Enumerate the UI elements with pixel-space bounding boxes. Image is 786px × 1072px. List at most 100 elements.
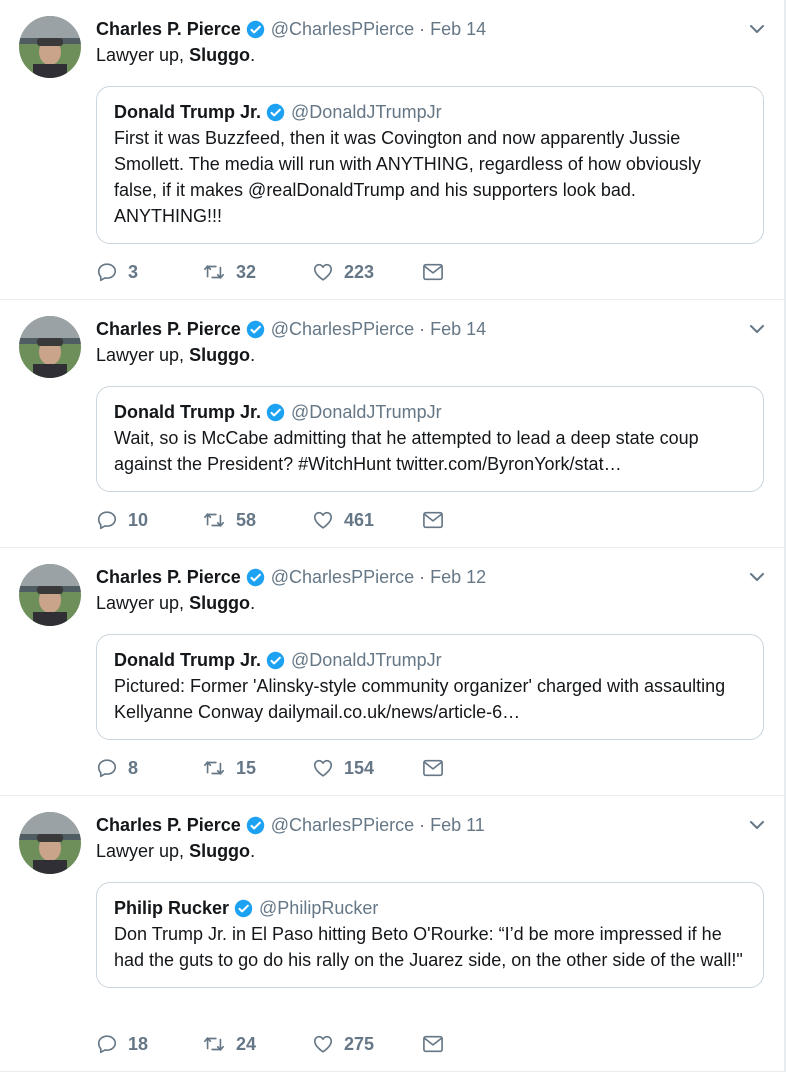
avatar[interactable] bbox=[19, 564, 81, 626]
like-button[interactable]: 154 bbox=[312, 757, 422, 779]
tweet-text: Lawyer up, Sluggo. bbox=[96, 838, 764, 864]
quoted-author-handle: @DonaldJTrumpJr bbox=[291, 401, 442, 422]
action-bar: 10 58 461 bbox=[96, 509, 444, 531]
avatar[interactable] bbox=[19, 16, 81, 78]
like-button[interactable]: 461 bbox=[312, 509, 422, 531]
chevron-down-icon[interactable] bbox=[748, 816, 766, 834]
author-handle[interactable]: @CharlesPPierce bbox=[271, 19, 414, 40]
quoted-tweet[interactable]: Philip Rucker @PhilipRucker Don Trump Jr… bbox=[96, 882, 764, 988]
dm-button[interactable] bbox=[422, 758, 444, 778]
quoted-header: Philip Rucker @PhilipRucker bbox=[114, 895, 746, 921]
tweet-text-bold: Sluggo bbox=[189, 45, 251, 65]
separator-dot: · bbox=[419, 566, 426, 587]
action-bar: 8 15 154 bbox=[96, 757, 444, 779]
heart-icon bbox=[313, 759, 333, 777]
author-name[interactable]: Charles P. Pierce bbox=[96, 319, 241, 340]
quoted-author-name: Donald Trump Jr. bbox=[114, 649, 262, 670]
quoted-header: Donald Trump Jr. @DonaldJTrumpJr bbox=[114, 647, 746, 673]
chevron-down-icon[interactable] bbox=[748, 568, 766, 586]
quoted-author-name: Donald Trump Jr. bbox=[114, 401, 262, 422]
tweet-text: Lawyer up, Sluggo. bbox=[96, 42, 764, 68]
tweet-text-prefix: Lawyer up, bbox=[96, 841, 190, 861]
tweet-header: Charles P. Pierce @CharlesPPierce · Feb … bbox=[96, 812, 764, 838]
verified-badge-icon bbox=[246, 816, 265, 835]
heart-icon bbox=[313, 1035, 333, 1053]
verified-badge-icon bbox=[246, 320, 265, 339]
retweet-button[interactable]: 15 bbox=[202, 757, 312, 779]
tweet-text-prefix: Lawyer up, bbox=[96, 593, 190, 613]
quoted-author-handle: @DonaldJTrumpJr bbox=[291, 101, 442, 122]
reply-icon bbox=[97, 263, 117, 282]
action-bar: 18 24 275 bbox=[96, 1033, 444, 1055]
tweet-text-bold: Sluggo bbox=[189, 345, 251, 365]
tweet-date[interactable]: Feb 11 bbox=[430, 815, 485, 836]
reply-button[interactable]: 18 bbox=[96, 1033, 202, 1055]
quoted-author-handle: @DonaldJTrumpJr bbox=[291, 649, 442, 670]
tweet[interactable]: Charles P. Pierce @CharlesPPierce · Feb … bbox=[0, 300, 784, 548]
like-count: 223 bbox=[344, 261, 375, 282]
tweet-text-prefix: Lawyer up, bbox=[96, 345, 190, 365]
reply-button[interactable]: 8 bbox=[96, 757, 202, 779]
tweet-date[interactable]: Feb 14 bbox=[430, 319, 486, 340]
avatar[interactable] bbox=[19, 812, 81, 874]
quoted-author-handle: @PhilipRucker bbox=[259, 897, 379, 918]
quoted-tweet[interactable]: Donald Trump Jr. @DonaldJTrumpJr First i… bbox=[96, 86, 764, 244]
retweet-button[interactable]: 32 bbox=[202, 261, 312, 283]
like-button[interactable]: 275 bbox=[312, 1033, 422, 1055]
tweet-text-suffix: . bbox=[250, 45, 256, 65]
retweet-count: 58 bbox=[236, 509, 257, 530]
reply-count: 8 bbox=[128, 757, 139, 778]
tweet-date[interactable]: Feb 12 bbox=[430, 567, 486, 588]
verified-badge-icon bbox=[246, 568, 265, 587]
verified-badge-icon bbox=[266, 403, 285, 422]
retweet-count: 15 bbox=[236, 757, 257, 778]
envelope-icon bbox=[423, 511, 443, 529]
retweet-button[interactable]: 24 bbox=[202, 1033, 312, 1055]
retweet-button[interactable]: 58 bbox=[202, 509, 312, 531]
retweet-icon bbox=[204, 265, 224, 279]
reply-count: 3 bbox=[128, 261, 139, 282]
chevron-down-icon[interactable] bbox=[748, 20, 766, 38]
like-count: 461 bbox=[344, 509, 375, 530]
tweet[interactable]: Charles P. Pierce @CharlesPPierce · Feb … bbox=[0, 796, 784, 1072]
action-bar: 3 32 223 bbox=[96, 261, 444, 283]
reply-count: 18 bbox=[128, 1033, 149, 1054]
reply-icon bbox=[97, 511, 117, 530]
author-name[interactable]: Charles P. Pierce bbox=[96, 567, 241, 588]
reply-button[interactable]: 3 bbox=[96, 261, 202, 283]
reply-icon bbox=[97, 1035, 117, 1054]
dm-button[interactable] bbox=[422, 510, 444, 530]
author-name[interactable]: Charles P. Pierce bbox=[96, 19, 241, 40]
tweet[interactable]: Charles P. Pierce @CharlesPPierce · Feb … bbox=[0, 0, 784, 300]
tweet-text: Lawyer up, Sluggo. bbox=[96, 590, 764, 616]
dm-button[interactable] bbox=[422, 262, 444, 282]
retweet-icon bbox=[204, 1037, 224, 1051]
separator-dot: · bbox=[419, 814, 426, 835]
verified-badge-icon bbox=[246, 20, 265, 39]
verified-badge-icon bbox=[266, 103, 285, 122]
author-handle[interactable]: @CharlesPPierce bbox=[271, 815, 414, 836]
heart-icon bbox=[313, 263, 333, 281]
separator-dot: · bbox=[419, 318, 426, 339]
quoted-text: Wait, so is McCabe admitting that he att… bbox=[114, 428, 699, 474]
tweet[interactable]: Charles P. Pierce @CharlesPPierce · Feb … bbox=[0, 548, 784, 796]
quoted-author-name: Donald Trump Jr. bbox=[114, 101, 262, 122]
tweet-date[interactable]: Feb 14 bbox=[430, 19, 486, 40]
quoted-text: Pictured: Former 'Alinsky-style communit… bbox=[114, 676, 726, 722]
reply-icon bbox=[97, 759, 117, 778]
dm-button[interactable] bbox=[422, 1034, 444, 1054]
chevron-down-icon[interactable] bbox=[748, 320, 766, 338]
tweet-text: Lawyer up, Sluggo. bbox=[96, 342, 764, 368]
like-button[interactable]: 223 bbox=[312, 261, 422, 283]
quoted-tweet[interactable]: Donald Trump Jr. @DonaldJTrumpJr Picture… bbox=[96, 634, 764, 740]
author-handle[interactable]: @CharlesPPierce bbox=[271, 567, 414, 588]
avatar[interactable] bbox=[19, 316, 81, 378]
reply-button[interactable]: 10 bbox=[96, 509, 202, 531]
tweet-text-prefix: Lawyer up, bbox=[96, 45, 190, 65]
quoted-tweet[interactable]: Donald Trump Jr. @DonaldJTrumpJr Wait, s… bbox=[96, 386, 764, 492]
author-handle[interactable]: @CharlesPPierce bbox=[271, 319, 414, 340]
envelope-icon bbox=[423, 263, 443, 281]
author-name[interactable]: Charles P. Pierce bbox=[96, 815, 241, 836]
quoted-text: First it was Buzzfeed, then it was Covin… bbox=[114, 128, 701, 226]
quoted-header: Donald Trump Jr. @DonaldJTrumpJr bbox=[114, 99, 746, 125]
